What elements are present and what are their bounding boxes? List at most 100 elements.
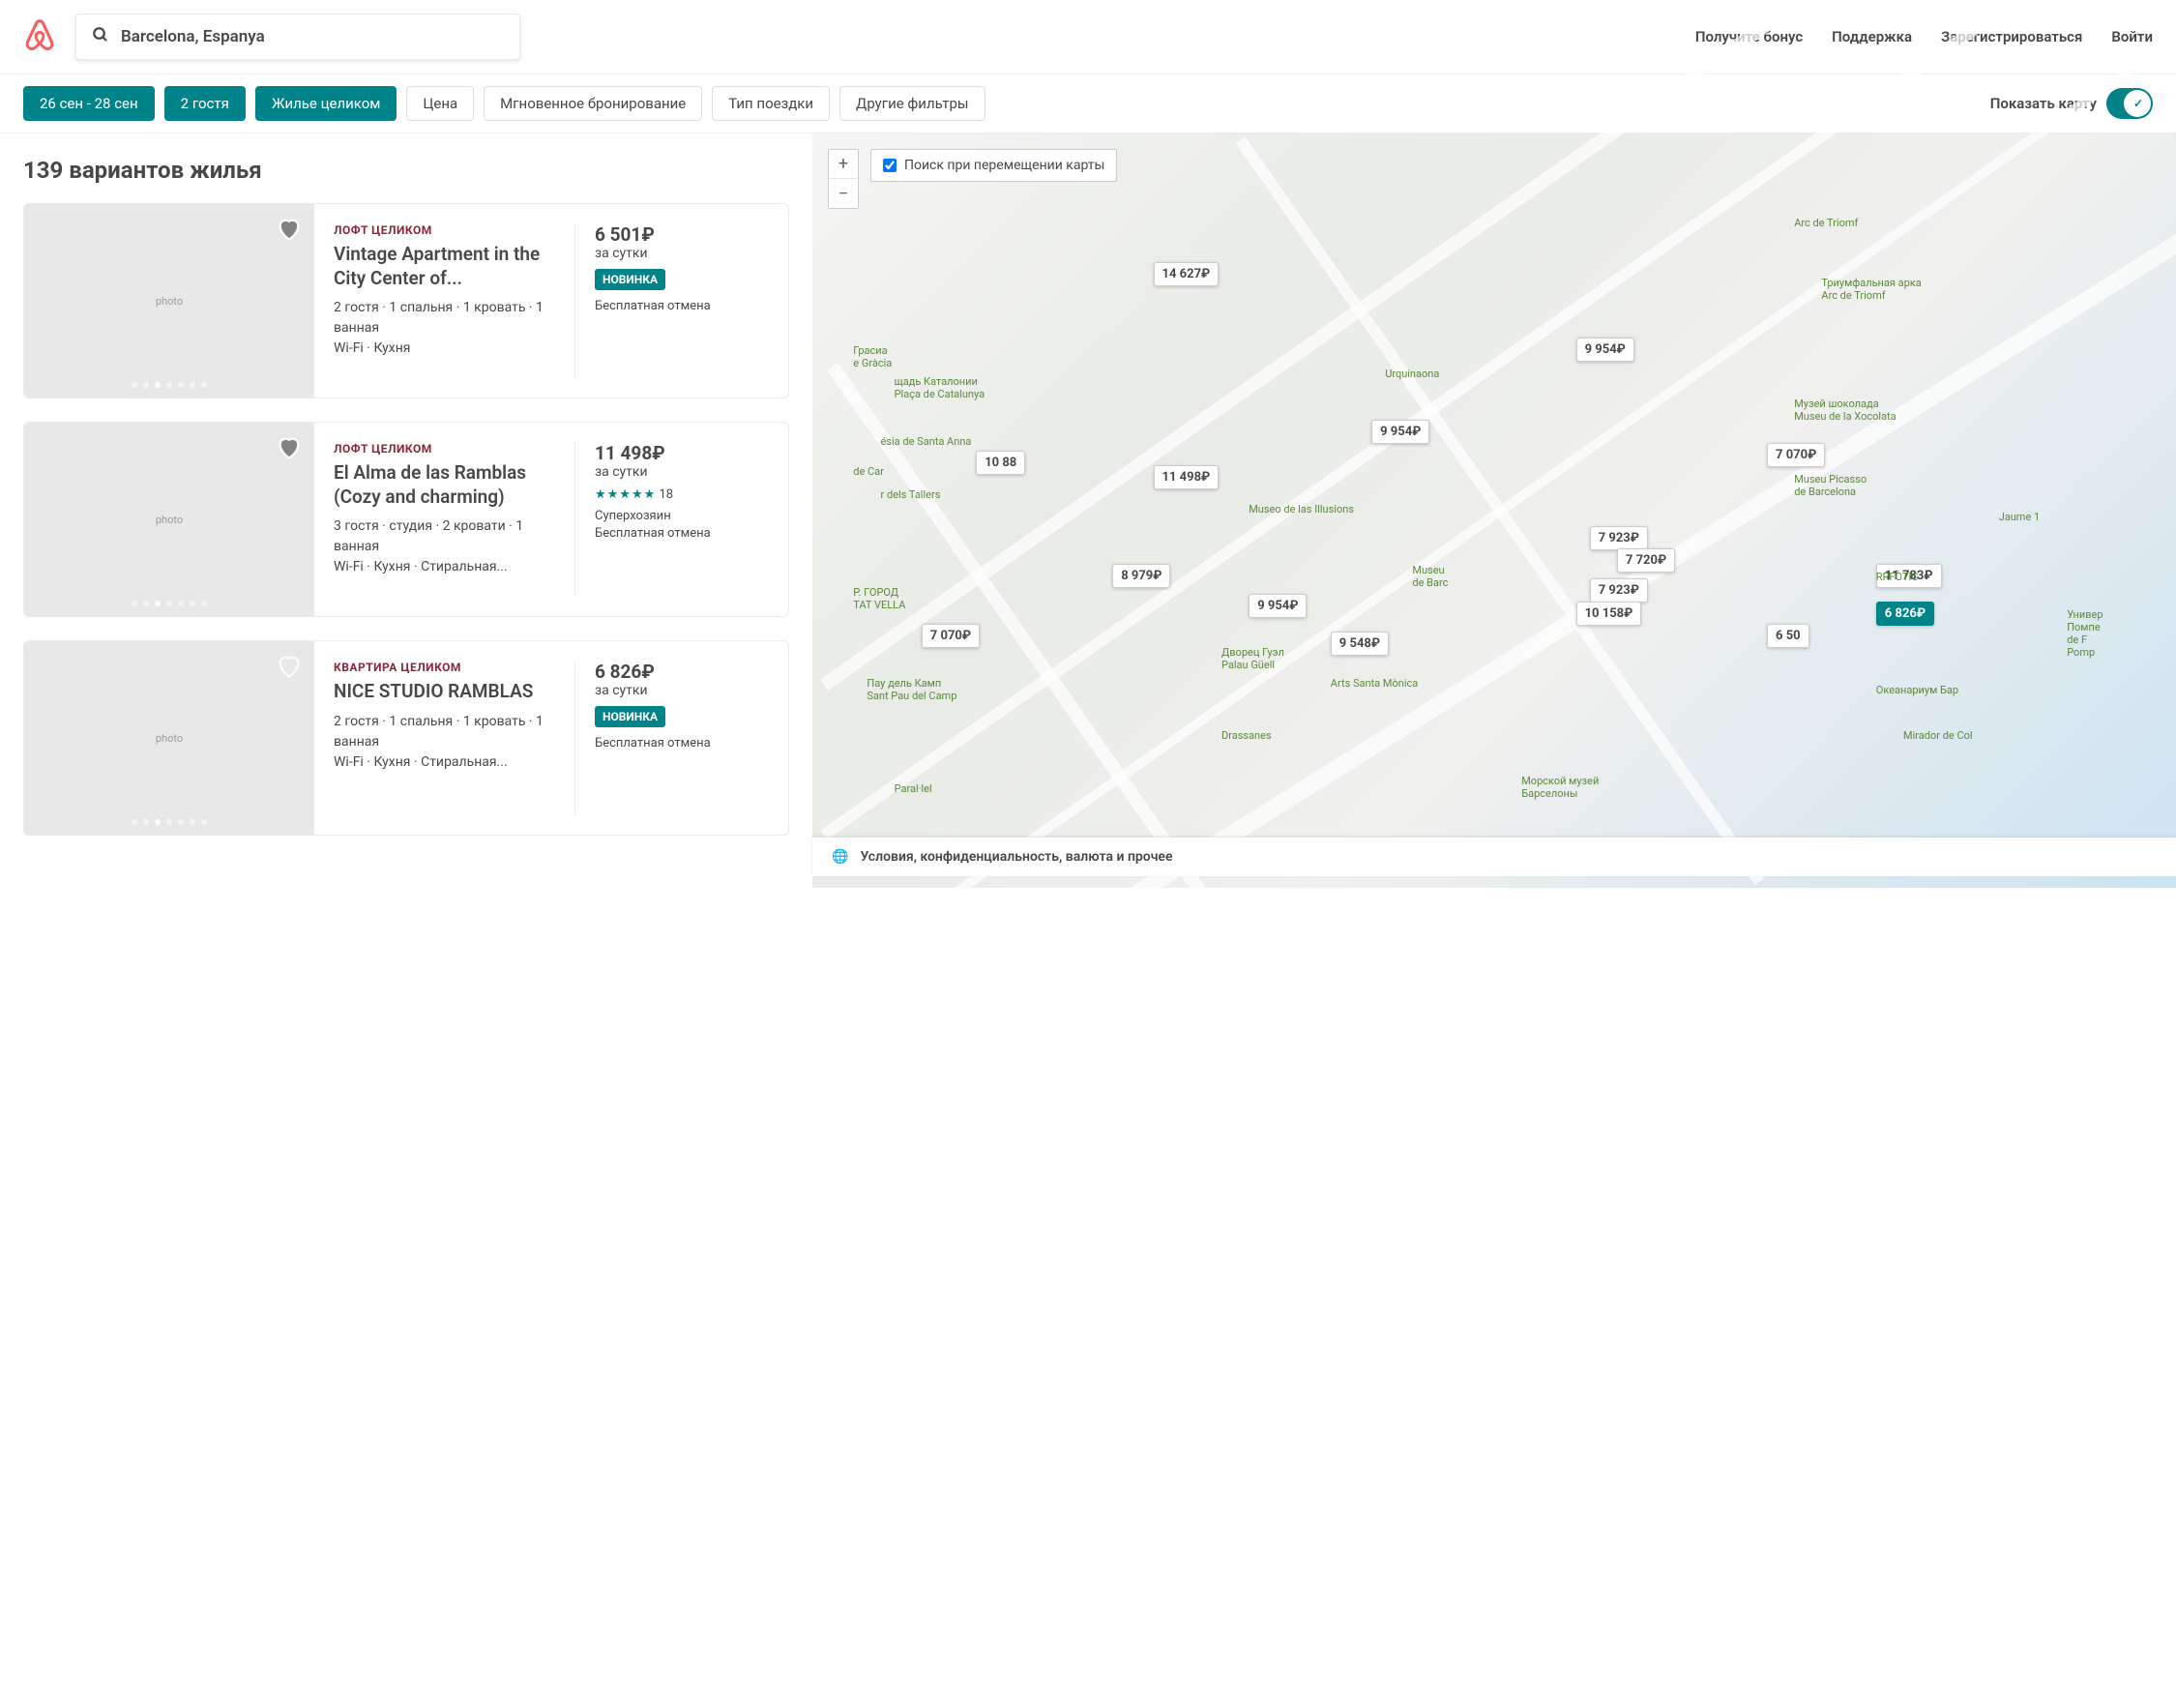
price-marker[interactable]: 9 548₽ (1331, 632, 1389, 656)
heart-icon[interactable] (276, 434, 303, 465)
map-poi-label: Arc de Triomf (1794, 217, 1858, 229)
listing-rating: ★★★★★ 18 (595, 487, 769, 502)
listing-details: 3 гостя · студия · 2 кровати · 1 ванная (334, 516, 555, 557)
map-poi-label: Jaume 1 (1999, 511, 2041, 523)
map-poi-label: Океанариум Бар (1876, 684, 1958, 696)
zoom-in-button[interactable]: + (829, 150, 858, 179)
price-marker[interactable]: 11 498₽ (1154, 465, 1220, 489)
per-night-label: за сутки (595, 246, 769, 261)
listing-type: КВАРТИРА ЦЕЛИКОМ (334, 661, 555, 674)
price-marker[interactable]: 9 954₽ (1371, 420, 1429, 444)
airbnb-logo[interactable] (23, 17, 56, 56)
listing-card[interactable]: photo ЛОФТ ЦЕЛИКОМ Vintage Apartment in … (23, 203, 789, 398)
listing-price: 11 498₽ (595, 442, 769, 464)
search-on-move-label: Поиск при перемещении карты (904, 158, 1104, 173)
search-on-move[interactable]: Поиск при перемещении карты (870, 149, 1117, 182)
listing-amenities: Wi-Fi · Кухня (334, 339, 555, 359)
results-heading: 139 вариантов жилья (23, 157, 789, 184)
price-marker[interactable]: 7 923₽ (1590, 526, 1648, 550)
map-poi-label: Drassanes (1221, 729, 1272, 742)
nav-help[interactable]: Поддержка (1832, 28, 1912, 45)
zoom-out-button[interactable]: − (829, 179, 858, 208)
map-poi-label: ésia de Santa Anna (881, 435, 972, 448)
map-poi-label: RRFÒTIC (1876, 571, 1919, 583)
filter-dates[interactable]: 26 сен - 28 сен (23, 86, 155, 121)
listing-image[interactable]: photo (24, 204, 314, 398)
heart-icon[interactable] (276, 653, 303, 684)
filter-instant-book[interactable]: Мгновенное бронирование (484, 86, 702, 121)
price-marker[interactable]: 14 627₽ (1154, 262, 1220, 286)
listing-image[interactable]: photo (24, 641, 314, 835)
filter-guests[interactable]: 2 гостя (164, 86, 246, 121)
price-marker[interactable]: 10 88 (976, 451, 1025, 475)
listing-details: 2 гостя · 1 спальня · 1 кровать · 1 ванн… (334, 712, 555, 752)
map-poi-label: Грасиаe Gràcia (853, 344, 892, 369)
price-marker[interactable]: 7 720₽ (1617, 548, 1675, 573)
search-icon (92, 26, 109, 47)
listing-title: NICE STUDIO RAMBLAS (334, 680, 555, 704)
map-poi-label: Museu Picassode Barcelona (1794, 473, 1867, 498)
listing-price: 6 826₽ (595, 661, 769, 683)
listing-type: ЛОФТ ЦЕЛИКОМ (334, 442, 555, 456)
price-marker[interactable]: 7 070₽ (922, 624, 980, 648)
filter-home-type[interactable]: Жилье целиком (255, 86, 397, 121)
map-poi-label: Arts Santa Mònica (1331, 677, 1418, 690)
map-toggle-switch[interactable]: ✓ (2106, 88, 2153, 119)
listing-tags: Бесплатная отмена (595, 735, 769, 752)
listing-card[interactable]: photo КВАРТИРА ЦЕЛИКОМ NICE STUDIO RAMBL… (23, 640, 789, 836)
search-bar[interactable] (75, 14, 520, 60)
filter-price[interactable]: Цена (406, 86, 474, 121)
filter-more[interactable]: Другие фильтры (839, 86, 985, 121)
check-icon: ✓ (2133, 97, 2143, 110)
price-marker[interactable]: 8 979₽ (1112, 564, 1170, 588)
listing-price: 6 501₽ (595, 223, 769, 246)
listing-type: ЛОФТ ЦЕЛИКОМ (334, 223, 555, 237)
map-poi-label: щадь КаталонииPlaça de Catalunya (895, 375, 985, 400)
listing-title: El Alma de las Ramblas (Cozy and charmin… (334, 461, 555, 509)
nav-login[interactable]: Войти (2111, 28, 2153, 45)
map-poi-label: Морской музейБарселоны (1521, 775, 1599, 800)
map[interactable]: + − Поиск при перемещении карты 14 627₽ 9… (812, 133, 2176, 888)
footer-text: Условия, конфиденциальность, валюта и пр… (860, 849, 1172, 865)
listing-amenities: Wi-Fi · Кухня · Стиральная... (334, 752, 555, 773)
map-footer[interactable]: 🌐 Условия, конфиденциальность, валюта и … (812, 838, 2176, 876)
per-night-label: за сутки (595, 683, 769, 698)
price-marker[interactable]: 7 923₽ (1590, 578, 1648, 603)
price-marker[interactable]: 9 954₽ (1576, 338, 1634, 362)
listing-tags: СуперхозяинБесплатная отмена (595, 508, 769, 543)
price-marker[interactable]: 9 954₽ (1249, 594, 1307, 618)
map-poi-label: r dels Tallers (881, 488, 941, 501)
search-input[interactable] (121, 27, 504, 46)
price-marker[interactable]: 7 070₽ (1767, 443, 1825, 467)
map-background (812, 133, 2176, 888)
map-poi-label: Музей шоколадаMuseu de la Xocolata (1794, 398, 1896, 423)
map-poi-label: Museude Barc (1412, 564, 1448, 589)
per-night-label: за сутки (595, 464, 769, 480)
search-on-move-checkbox[interactable] (883, 159, 897, 172)
map-poi-label: УниверПомпеde FPomp (2067, 608, 2102, 659)
filter-trip-type[interactable]: Тип поездки (712, 86, 830, 121)
new-badge: НОВИНКА (595, 706, 665, 727)
price-marker[interactable]: 6 826₽ (1876, 602, 1934, 626)
map-poi-label: Museo de las Illusions (1249, 503, 1354, 515)
price-marker[interactable]: 6 50 (1767, 624, 1809, 648)
map-poi-label: Триумфальная аркаArc de Triomf (1821, 277, 1921, 302)
heart-icon[interactable] (276, 216, 303, 247)
map-poi-label: de Car (853, 465, 884, 478)
listing-amenities: Wi-Fi · Кухня · Стиральная... (334, 557, 555, 577)
map-poi-label: Urquinaona (1385, 368, 1439, 380)
map-zoom-controls: + − (828, 149, 859, 209)
listing-image[interactable]: photo (24, 423, 314, 616)
map-poi-label: Пау дель КампSant Pau del Camp (867, 677, 956, 702)
map-poi-label: Р. ГОРОДTAT VELLA (853, 586, 905, 611)
globe-icon: 🌐 (832, 849, 848, 865)
map-poi-label: Mirador de Col (1903, 729, 1973, 742)
new-badge: НОВИНКА (595, 269, 665, 290)
price-marker[interactable]: 10 158₽ (1576, 602, 1642, 626)
listing-tags: Бесплатная отмена (595, 298, 769, 315)
listing-card[interactable]: photo ЛОФТ ЦЕЛИКОМ El Alma de las Rambla… (23, 422, 789, 617)
listing-details: 2 гостя · 1 спальня · 1 кровать · 1 ванн… (334, 298, 555, 339)
map-poi-label: Дворец ГуэлPalau Güell (1221, 646, 1284, 671)
map-poi-label: Paral·lel (895, 782, 932, 795)
listing-title: Vintage Apartment in the City Center of.… (334, 243, 555, 290)
